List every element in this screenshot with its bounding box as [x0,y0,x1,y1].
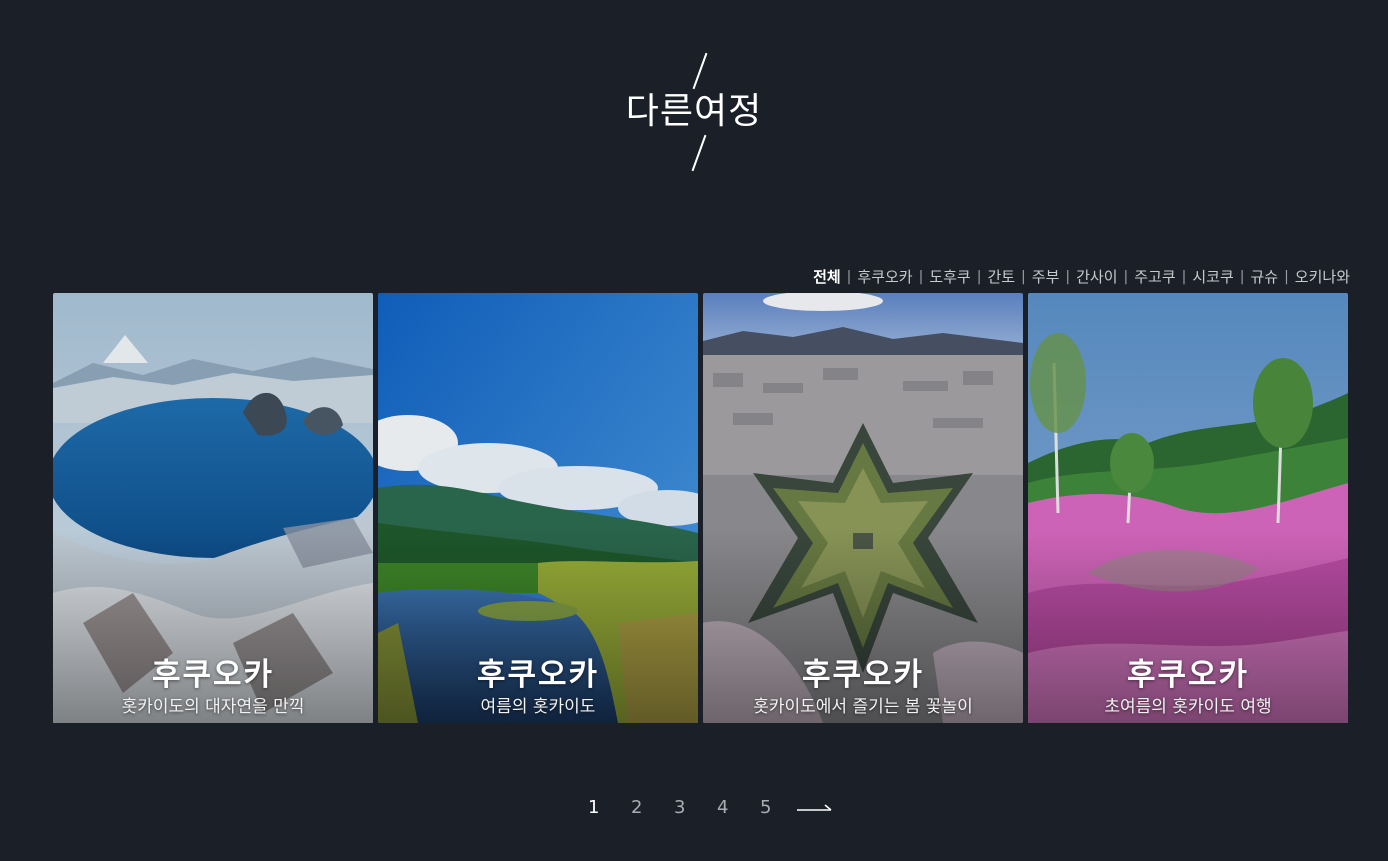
filter-separator: | [1021,268,1026,285]
region-filter-nav: 전체 | 후쿠오카 | 도후쿠 | 간토 | 주부 | 간사이 | 주고쿠 | … [813,266,1350,287]
filter-separator: | [1123,268,1129,285]
filter-chugoku[interactable]: 주고쿠 [1134,266,1175,287]
page-link-1[interactable]: 1 [582,797,625,818]
trip-card[interactable]: 후쿠오카 여름의 홋카이도 [378,293,698,723]
card-title: 후쿠오카 [1126,657,1250,693]
pagination: 1 2 3 4 5 [582,797,835,818]
card-title: 후쿠오카 [801,657,925,693]
card-title: 후쿠오카 [476,657,600,693]
card-subtitle: 홋카이도의 대자연을 만끽 [121,697,305,717]
filter-chubu[interactable]: 주부 [1032,266,1060,287]
filter-separator: | [846,268,852,285]
filter-kansai[interactable]: 간사이 [1076,266,1117,287]
filter-separator: | [918,268,924,285]
slash-decoration-top [692,52,708,90]
trip-card[interactable]: 후쿠오카 홋카이도에서 즐기는 봄 꽃놀이 [703,293,1023,723]
card-title: 후쿠오카 [151,657,275,693]
page-link-2[interactable]: 2 [625,797,668,818]
card-subtitle: 초여름의 홋카이도 여행 [1104,697,1272,717]
filter-separator: | [1239,268,1245,285]
filter-separator: | [1065,268,1071,285]
filter-kyushu[interactable]: 규슈 [1250,266,1278,287]
section-heading: 다른여정 [0,48,1388,173]
slash-decoration-bottom [691,134,707,172]
page-link-3[interactable]: 3 [668,797,711,818]
card-subtitle: 여름의 홋카이도 [480,697,596,717]
filter-all[interactable]: 전체 [813,266,841,287]
card-subtitle: 홋카이도에서 즐기는 봄 꽃놀이 [753,697,973,717]
filter-fukuoka[interactable]: 후쿠오카 [857,266,912,287]
page-title: 다른여정 [625,91,763,132]
filter-shikoku[interactable]: 시코쿠 [1192,266,1233,287]
trip-card-list: 후쿠오카 홋카이도의 대자연을 만끽 후쿠오카 여름의 홋카이도 후쿠오카 홋카… [53,293,1348,723]
trip-card[interactable]: 후쿠오카 초여름의 홋카이도 여행 [1028,293,1348,723]
filter-separator: | [1181,268,1187,285]
trip-card[interactable]: 후쿠오카 홋카이도의 대자연을 만끽 [53,293,373,723]
filter-separator: | [976,268,982,285]
filter-dohuku[interactable]: 도후쿠 [929,266,970,287]
long-arrow-right-icon[interactable] [795,801,835,815]
page-link-5[interactable]: 5 [754,797,797,818]
filter-okinawa[interactable]: 오키나와 [1295,266,1350,287]
page-link-4[interactable]: 4 [711,797,754,818]
filter-separator: | [1284,268,1289,285]
filter-kanto[interactable]: 간토 [987,266,1015,287]
